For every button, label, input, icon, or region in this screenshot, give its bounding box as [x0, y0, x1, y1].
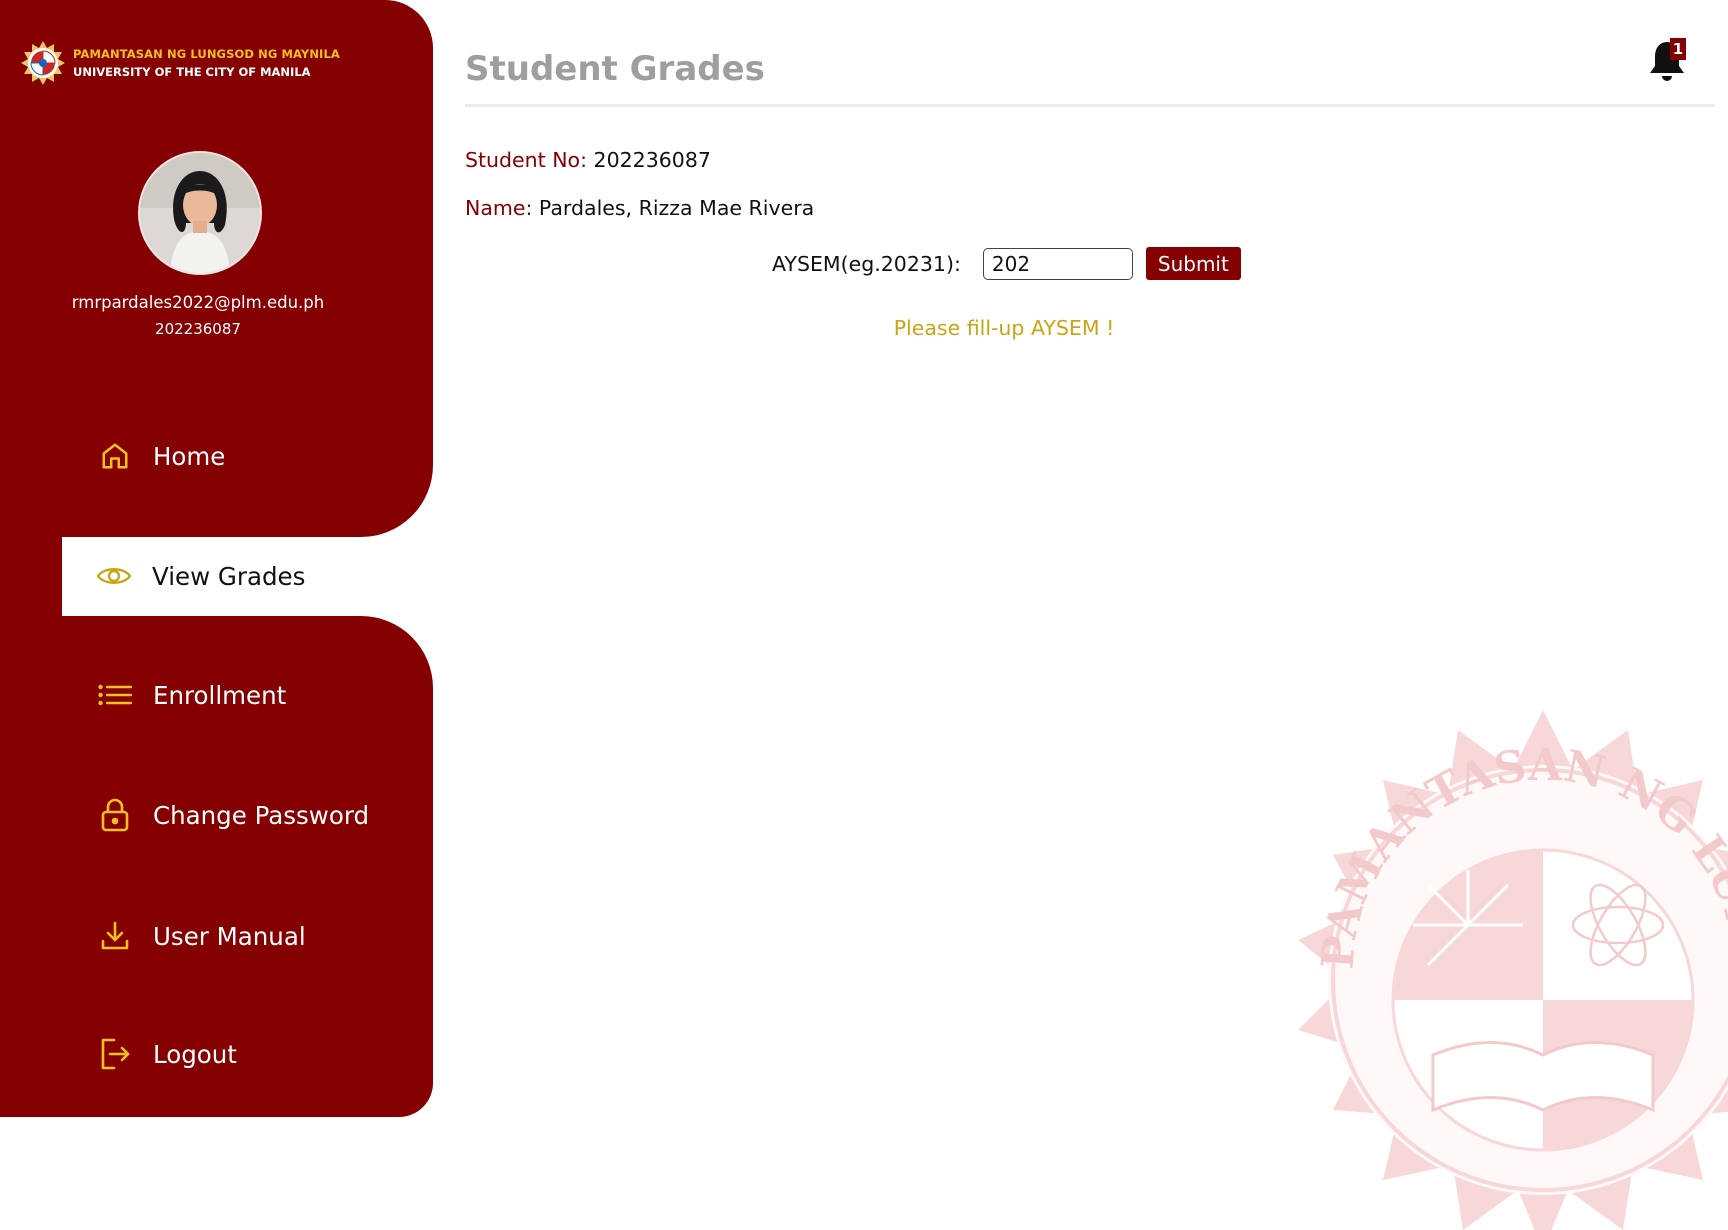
brand-name-english: UNIVERSITY OF THE CITY OF MANILA [73, 65, 311, 79]
student-no-value: 202236087 [593, 148, 711, 172]
submit-button[interactable]: Submit [1145, 247, 1241, 280]
plm-seal-watermark: PAMANTASAN NG LUNGSOD NG MAYNILA [1283, 710, 1728, 1230]
sidebar-item-label: Enrollment [153, 680, 287, 710]
lock-icon [97, 797, 133, 833]
sidebar-item-change-password[interactable]: Change Password [97, 797, 369, 833]
sidebar-item-view-grades-content: View Grades [96, 558, 305, 594]
logout-icon [97, 1036, 133, 1072]
list-icon [97, 677, 133, 713]
user-email: rmrpardales2022@plm.edu.ph [71, 293, 325, 312]
student-name-value: Pardales, Rizza Mae Rivera [538, 196, 815, 220]
aysem-label: AYSEM(eg.20231): [772, 251, 961, 276]
user-photo [140, 153, 260, 273]
sidebar-item-home[interactable]: Home [97, 438, 225, 474]
page-title: Student Grades [465, 49, 765, 89]
sidebar-item-logout[interactable]: Logout [97, 1036, 237, 1072]
student-name-row: Name: Pardales, Rizza Mae Rivera [465, 196, 814, 220]
brand-text: PAMANTASAN NG LUNGSOD NG MAYNILA UNIVERS… [73, 45, 340, 81]
sidebar-mid-strip [0, 537, 62, 616]
avatar [138, 151, 262, 275]
aysem-input[interactable] [982, 247, 1133, 280]
home-icon [97, 438, 133, 474]
sidebar-item-label: Change Password [153, 800, 370, 830]
plm-seal-logo [21, 41, 65, 85]
title-divider [465, 104, 1715, 107]
eye-icon [96, 558, 132, 594]
sidebar: PAMANTASAN NG LUNGSOD NG MAYNILA UNIVERS… [0, 0, 482, 1117]
sidebar-item-label: View Grades [152, 561, 306, 591]
sidebar-item-label: Home [153, 441, 226, 471]
brand-name-filipino: PAMANTASAN NG LUNGSOD NG MAYNILA [73, 47, 340, 61]
student-name-label: Name: [465, 196, 533, 220]
student-no-row: Student No: 202236087 [465, 148, 711, 172]
sidebar-item-label: Logout [153, 1039, 237, 1069]
student-no-label: Student No: [465, 148, 587, 172]
sidebar-item-enrollment[interactable]: Enrollment [97, 677, 286, 713]
aysem-warning-message: Please fill-up AYSEM ! [893, 316, 1115, 340]
brand[interactable]: PAMANTASAN NG LUNGSOD NG MAYNILA UNIVERS… [20, 40, 340, 86]
aysem-form: AYSEM(eg.20231): Submit [772, 247, 1241, 280]
notification-badge: 1 [1670, 38, 1686, 60]
sidebar-item-label: User Manual [153, 921, 306, 951]
download-icon [97, 918, 133, 954]
sidebar-item-user-manual[interactable]: User Manual [97, 918, 306, 954]
sidebar-item-view-grades[interactable]: View Grades [62, 537, 482, 616]
